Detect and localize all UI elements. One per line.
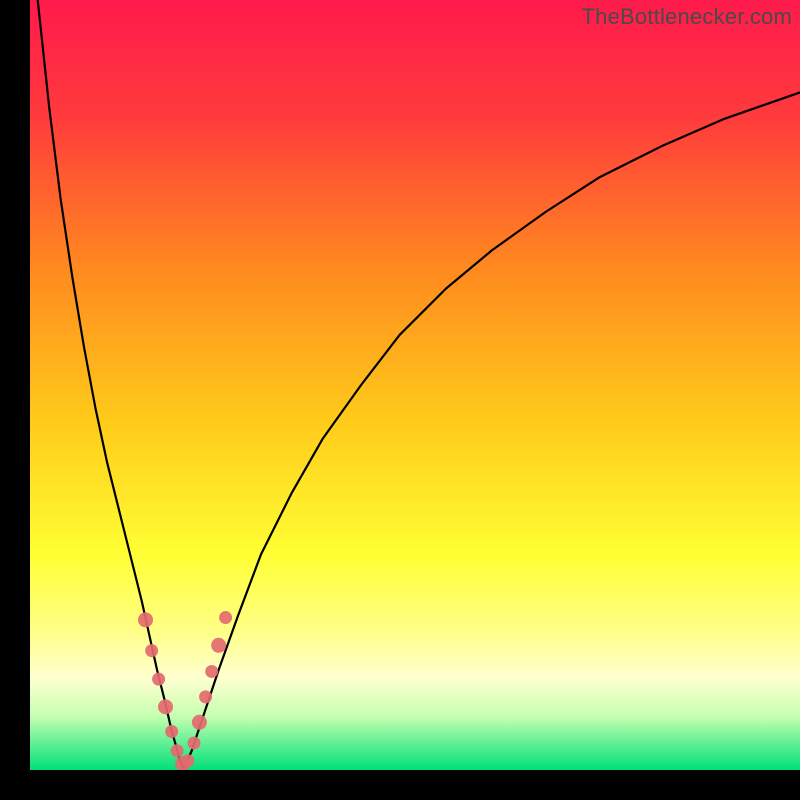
marker-point	[158, 699, 173, 714]
marker-point	[188, 737, 201, 750]
marker-point	[205, 665, 218, 678]
marker-point	[138, 612, 153, 627]
marker-point	[152, 673, 165, 686]
marker-point	[199, 690, 212, 703]
bottleneck-chart	[30, 0, 800, 770]
marker-point	[219, 611, 232, 624]
plot-area: TheBottlenecker.com	[30, 0, 800, 770]
marker-point	[181, 754, 194, 767]
marker-point	[165, 725, 178, 738]
chart-frame: TheBottlenecker.com	[0, 0, 800, 800]
gradient-background	[30, 0, 800, 770]
marker-point	[211, 638, 226, 653]
marker-point	[171, 744, 184, 757]
marker-point	[192, 715, 207, 730]
marker-point	[145, 644, 158, 657]
